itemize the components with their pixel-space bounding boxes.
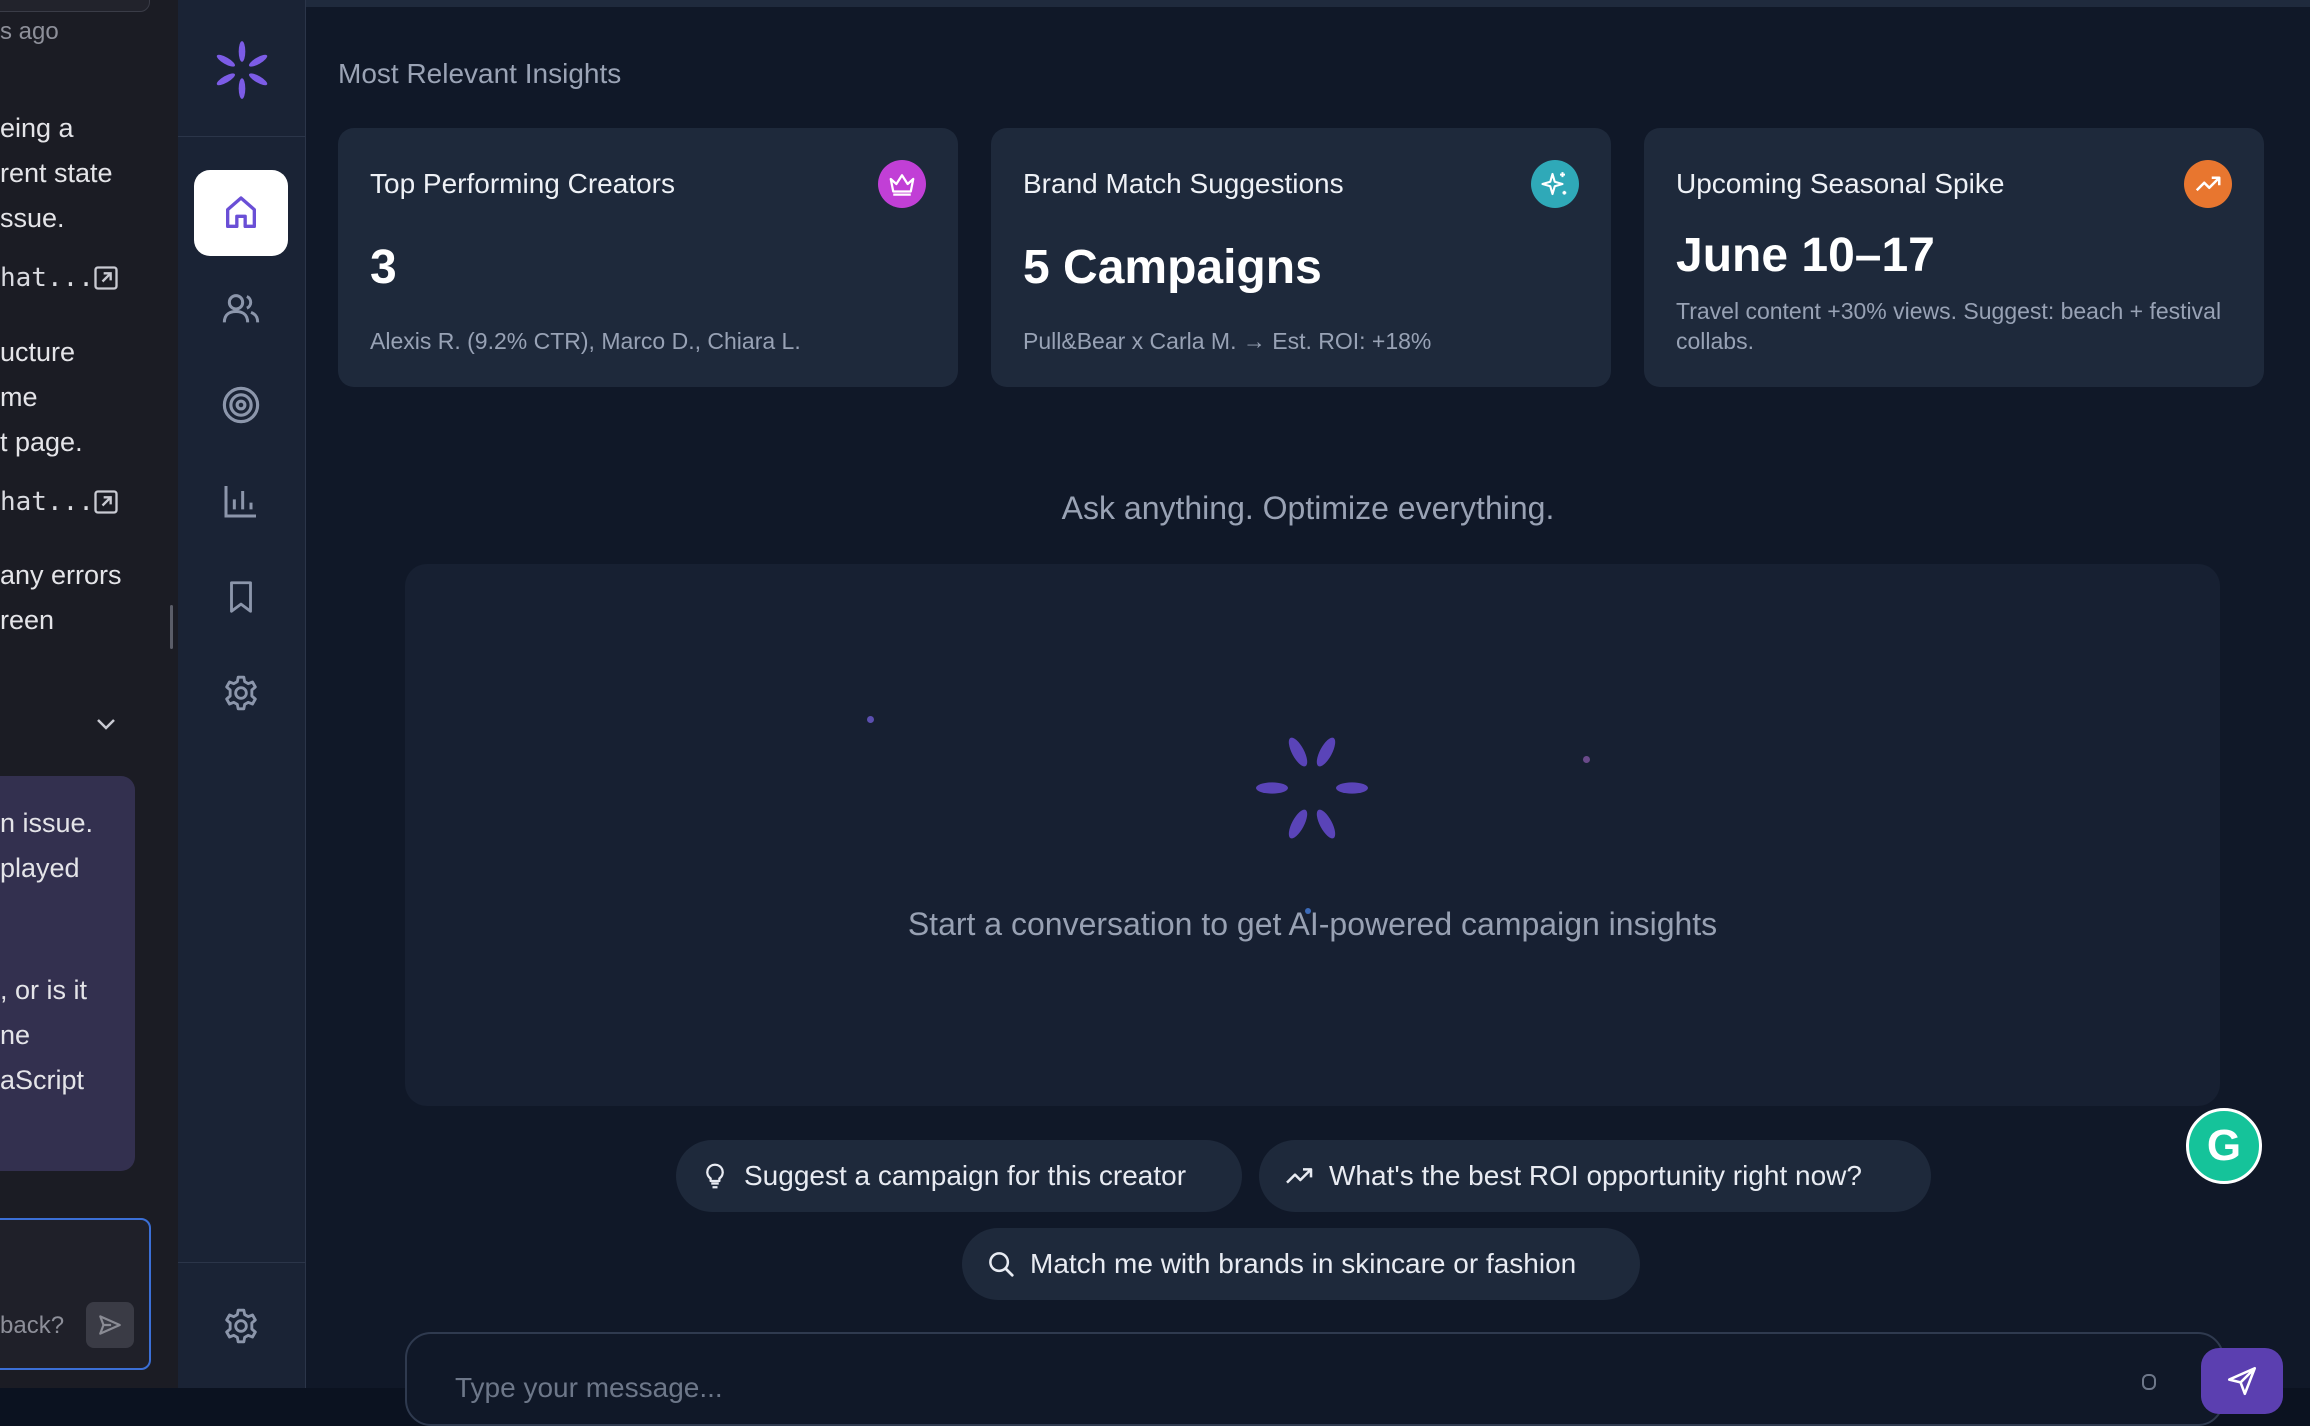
open-external-icon[interactable] — [92, 488, 120, 516]
message-timestamp: s ago — [0, 18, 59, 45]
panel-resize-handle[interactable] — [170, 605, 173, 649]
chat-history-panel: s ago eing a rent state ssue. hat... uct… — [0, 0, 178, 1388]
send-button[interactable] — [2201, 1348, 2283, 1414]
card-detail: Travel content +30% views. Suggest: beac… — [1676, 298, 2222, 354]
message-text-line: eing a — [0, 113, 74, 143]
conversation-area: Start a conversation to get AI-powered c… — [405, 564, 2220, 1106]
logo-icon — [216, 41, 268, 99]
message-text-line: aScript — [0, 1065, 85, 1095]
send-icon — [2227, 1366, 2257, 1396]
chat-panel-input-placeholder: back? — [0, 1312, 65, 1339]
section-title: Most Relevant Insights — [338, 58, 622, 89]
settings-icon — [225, 675, 257, 711]
chip-label: What's the best ROI opportunity right no… — [1329, 1160, 1862, 1191]
card-title: Brand Match Suggestions — [1023, 168, 1344, 199]
bar-chart-icon — [224, 486, 256, 518]
nav-rail — [178, 0, 306, 1388]
suggestion-chip-campaign[interactable]: Suggest a campaign for this creator — [676, 1140, 1242, 1212]
decorative-dot — [867, 716, 874, 723]
insight-card-top-creators[interactable]: Top Performing Creators 3 Alexis R. (9.2… — [338, 128, 958, 387]
message-text-line: , or is it — [0, 975, 88, 1005]
decorative-dot — [1583, 756, 1590, 763]
top-border — [306, 0, 2310, 7]
chevron-down-icon[interactable] — [94, 714, 118, 734]
grammarly-widget[interactable]: G — [2186, 1108, 2262, 1184]
card-value: 5 Campaigns — [1023, 241, 1322, 294]
card-value: 3 — [370, 241, 397, 294]
code-reference[interactable]: hat... — [0, 263, 94, 293]
assistant-tagline: Ask anything. Optimize everything. — [1061, 490, 1555, 526]
chip-label: Suggest a campaign for this creator — [744, 1160, 1187, 1191]
nav-saved[interactable] — [194, 554, 288, 640]
message-input-placeholder: Type your message... — [455, 1372, 723, 1403]
message-text-line: played — [0, 853, 80, 883]
nav-home[interactable] — [194, 170, 288, 256]
message-input[interactable]: Type your message... — [405, 1332, 2283, 1426]
card-title: Top Performing Creators — [370, 168, 676, 199]
message-text-line: ne — [0, 1020, 31, 1050]
message-text-line: reen — [0, 605, 55, 635]
message-text-line: ssue. — [0, 203, 65, 233]
previous-message-box — [0, 0, 150, 12]
bookmark-icon — [230, 581, 252, 613]
target-icon — [222, 386, 260, 424]
message-text-line: n issue. — [0, 808, 94, 838]
sparkles-icon — [1531, 160, 1579, 208]
users-icon — [222, 294, 260, 323]
code-reference[interactable]: hat... — [0, 487, 94, 517]
chat-panel-send-button[interactable] — [86, 1302, 134, 1348]
suggestion-chip-roi[interactable]: What's the best ROI opportunity right no… — [1259, 1140, 1931, 1212]
nav-campaigns[interactable] — [194, 362, 288, 448]
nav-settings[interactable] — [194, 650, 288, 736]
search-icon — [989, 1252, 1014, 1277]
grammarly-g-icon: G — [2206, 1121, 2242, 1170]
card-detail: Alexis R. (9.2% CTR), Marco D., Chiara L… — [370, 328, 801, 354]
message-text-line: rent state — [0, 158, 113, 188]
rail-footer — [178, 1262, 305, 1389]
insight-card-brand-match[interactable]: Brand Match Suggestions 5 Campaigns Pull… — [991, 128, 1611, 387]
main-content: Most Relevant Insights Top Performing Cr… — [306, 0, 2310, 1426]
crown-icon — [878, 160, 926, 208]
chip-label: Match me with brands in skincare or fash… — [1030, 1248, 1577, 1279]
insight-card-seasonal-spike[interactable]: Upcoming Seasonal Spike June 10–17 Trave… — [1644, 128, 2264, 387]
lightbulb-icon — [706, 1163, 724, 1189]
nav-analytics[interactable] — [194, 458, 288, 544]
message-text-line: any errors — [0, 560, 122, 590]
assistant-logo-icon — [1256, 737, 1368, 839]
message-text-line: ucture — [0, 337, 76, 367]
nav-creators[interactable] — [194, 266, 288, 352]
message-text-line: me — [0, 382, 38, 412]
trending-up-icon — [2184, 160, 2232, 208]
card-value: June 10–17 — [1676, 229, 1935, 282]
open-external-icon[interactable] — [92, 264, 120, 292]
settings-icon — [225, 1308, 257, 1344]
app-logo[interactable] — [178, 0, 305, 137]
footer-settings-button[interactable] — [194, 1283, 288, 1369]
trending-up-icon — [1286, 1168, 1313, 1184]
suggestion-chip-brand-match[interactable]: Match me with brands in skincare or fash… — [962, 1228, 1640, 1300]
card-title: Upcoming Seasonal Spike — [1676, 168, 2005, 199]
send-icon — [99, 1315, 121, 1335]
card-detail: Pull&Bear x Carla M. → Est. ROI: +18% — [1023, 328, 1432, 354]
empty-state-text: Start a conversation to get AI-powered c… — [907, 906, 1718, 942]
home-icon — [226, 196, 256, 228]
message-text-line: t page. — [0, 427, 83, 457]
